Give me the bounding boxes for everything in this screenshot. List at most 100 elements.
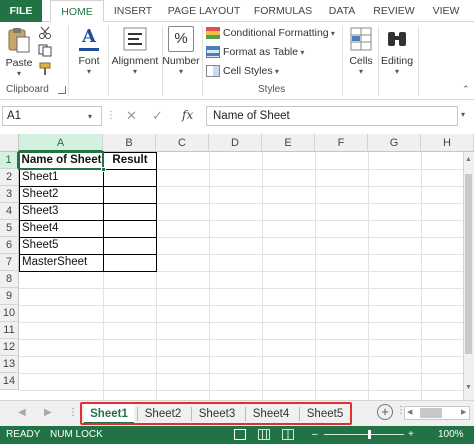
scroll-up-icon[interactable]: ▲ (465, 156, 472, 163)
chevron-down-icon: ▾ (272, 67, 279, 76)
tab-file[interactable]: FILE (0, 0, 42, 22)
zoom-level[interactable]: 100% (438, 426, 464, 444)
font-label: Font (78, 55, 100, 67)
select-all-corner[interactable] (0, 134, 19, 152)
cancel-icon[interactable]: ✕ (126, 108, 137, 124)
chevron-down-icon[interactable]: ▾ (88, 112, 92, 121)
normal-view-icon[interactable] (234, 429, 246, 440)
horizontal-scroll-thumb[interactable] (420, 408, 442, 418)
conditional-formatting-label: Conditional Formatting (223, 27, 329, 39)
page-break-view-icon[interactable] (282, 429, 294, 440)
column-header[interactable]: F (315, 134, 368, 152)
status-num-lock: NUM LOCK (50, 429, 103, 440)
scroll-right-icon[interactable]: ▶ (461, 408, 466, 416)
row-header[interactable]: 5 (0, 220, 19, 237)
vertical-scroll-thumb[interactable] (465, 174, 472, 354)
column-header[interactable]: C (156, 134, 209, 152)
collapse-ribbon-icon[interactable]: ⌃ (462, 84, 470, 95)
zoom-slider-thumb[interactable] (368, 430, 371, 439)
tab-data[interactable]: DATA (322, 0, 362, 22)
tab-home[interactable]: HOME (50, 0, 104, 23)
status-ready: READY (6, 429, 41, 440)
format-as-table-label: Format as Table (223, 46, 299, 58)
row-header[interactable]: 6 (0, 237, 19, 254)
align-icon (123, 27, 147, 51)
row-header[interactable]: 10 (0, 305, 19, 322)
cut-icon[interactable] (38, 26, 52, 39)
row-header[interactable]: 14 (0, 373, 19, 390)
name-box[interactable]: A1 (2, 106, 102, 126)
scroll-left-icon[interactable]: ◀ (407, 408, 412, 416)
enter-icon[interactable]: ✓ (152, 108, 163, 124)
font-icon: A (76, 26, 102, 52)
gridline (19, 339, 474, 340)
insert-function-button[interactable]: fx (182, 108, 193, 122)
cells-button[interactable]: Cells ▾ (344, 26, 378, 76)
number-label: Number (162, 55, 200, 67)
divider (418, 26, 419, 96)
fill-handle[interactable] (101, 167, 106, 172)
format-painter-icon[interactable] (38, 62, 52, 76)
clipboard-group-label: Clipboard (6, 84, 49, 95)
tab-view[interactable]: VIEW (426, 0, 466, 22)
alignment-button[interactable]: Alignment ▾ (110, 26, 160, 76)
chevron-down-icon: ▾ (132, 67, 137, 76)
editing-button[interactable]: Editing ▾ (378, 26, 416, 76)
cell-a7[interactable]: MasterSheet (20, 254, 103, 271)
binoculars-icon (388, 32, 406, 46)
row-header[interactable]: 3 (0, 186, 19, 203)
cell-a2[interactable]: Sheet1 (20, 169, 103, 186)
column-header[interactable]: A (19, 134, 103, 152)
copy-icon[interactable] (38, 44, 52, 57)
row-header[interactable]: 2 (0, 169, 19, 186)
chevron-down-icon: ▾ (328, 29, 335, 38)
row-header[interactable]: 8 (0, 271, 19, 288)
column-header[interactable]: G (368, 134, 421, 152)
column-header[interactable]: E (262, 134, 315, 152)
conditional-formatting-button[interactable]: Conditional Formatting ▾ (206, 24, 335, 42)
sheet-tabs-highlight-box (80, 402, 352, 425)
formula-input[interactable]: Name of Sheet (206, 106, 458, 126)
cell-a5[interactable]: Sheet4 (20, 220, 103, 237)
row-header[interactable]: 7 (0, 254, 19, 271)
cell-a3[interactable]: Sheet2 (20, 186, 103, 203)
row-header[interactable]: 13 (0, 356, 19, 373)
column-header[interactable]: B (103, 134, 156, 152)
clipboard-launcher-icon[interactable] (58, 86, 66, 94)
number-button[interactable]: % Number ▾ (162, 26, 200, 76)
zoom-in-button[interactable]: + (408, 426, 414, 444)
cell-a4[interactable]: Sheet3 (20, 203, 103, 220)
add-sheet-icon[interactable]: + (377, 404, 393, 420)
column-header[interactable]: D (209, 134, 262, 152)
divider (68, 26, 69, 96)
page-layout-view-icon[interactable] (258, 429, 270, 440)
scroll-down-icon[interactable]: ▼ (465, 384, 472, 391)
row-header[interactable]: 4 (0, 203, 19, 220)
worksheet-grid[interactable]: A B C D E F G H 1 2 3 4 5 6 7 8 9 10 11 … (0, 134, 474, 400)
column-header[interactable]: H (421, 134, 474, 152)
chevron-down-icon[interactable]: ▾ (461, 110, 465, 119)
gridline (19, 390, 474, 391)
tab-insert[interactable]: INSERT (108, 0, 158, 22)
tab-formulas[interactable]: FORMULAS (250, 0, 316, 22)
gridline (315, 152, 316, 400)
tab-page-layout[interactable]: PAGE LAYOUT (164, 0, 244, 22)
row-header[interactable]: 9 (0, 288, 19, 305)
zoom-out-button[interactable]: – (312, 426, 318, 444)
row-header[interactable]: 12 (0, 339, 19, 356)
row-header[interactable]: 1 (0, 152, 19, 169)
prev-sheet-icon[interactable]: ◀ (18, 407, 26, 418)
tab-review[interactable]: REVIEW (368, 0, 420, 22)
gridline (19, 322, 474, 323)
format-as-table-button[interactable]: Format as Table ▾ (206, 43, 304, 61)
cell-b1[interactable]: Result (104, 152, 156, 169)
cell-a6[interactable]: Sheet5 (20, 237, 103, 254)
next-sheet-icon[interactable]: ▶ (44, 407, 52, 418)
conditional-formatting-icon (206, 27, 220, 40)
zoom-slider[interactable] (324, 434, 404, 435)
paste-button[interactable]: Paste ▾ (4, 26, 34, 78)
cell-styles-button[interactable]: Cell Styles ▾ (206, 62, 279, 80)
font-button[interactable]: A Font ▾ (72, 26, 106, 76)
row-header[interactable]: 11 (0, 322, 19, 339)
chevron-down-icon: ▾ (394, 67, 399, 76)
